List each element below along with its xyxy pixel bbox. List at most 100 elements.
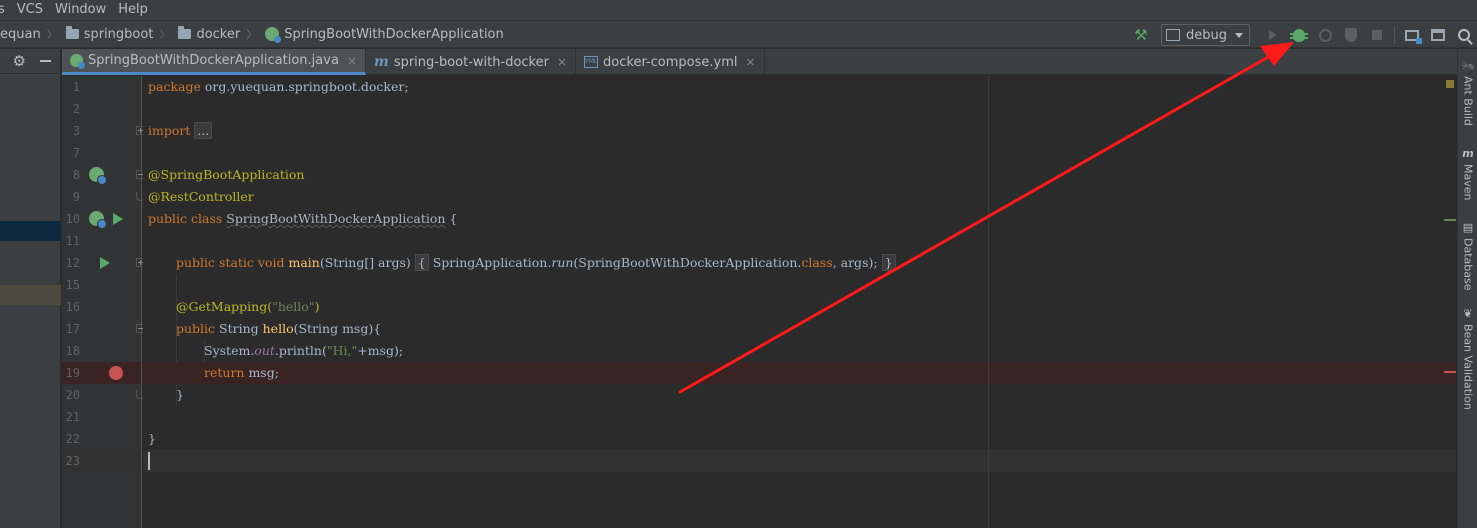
chevron-right-icon: 〉 <box>246 28 258 41</box>
line-number: 3 <box>72 124 80 138</box>
tool-window-maven[interactable]: m Maven <box>1458 147 1477 200</box>
run-config-label: debug <box>1186 27 1227 43</box>
breadcrumb-docker[interactable]: docker 〉 <box>174 20 261 48</box>
gutter-line: 23 <box>62 450 141 472</box>
tool-window-ant-build[interactable]: 🐜 Ant Build <box>1458 59 1477 126</box>
stop-button[interactable] <box>1364 22 1390 48</box>
run-gutter-icon[interactable] <box>100 257 110 269</box>
breadcrumb-label: springboot <box>83 26 154 42</box>
gutter-line: 20 <box>62 384 145 406</box>
code-line: public String hello(String msg){ <box>143 318 1456 340</box>
gutter-line: 3 <box>62 120 145 142</box>
code-line: @GetMapping("hello") <box>143 296 1456 318</box>
breadcrumb-springboot[interactable]: springboot 〉 <box>62 20 175 48</box>
code-line: @SpringBootApplication <box>143 164 1456 186</box>
run-button[interactable] <box>1260 22 1286 48</box>
close-icon[interactable]: × <box>557 55 567 69</box>
gutter-line: 10 <box>62 208 141 230</box>
search-icon <box>1458 29 1470 41</box>
project-tree-highlighted-row[interactable] <box>0 285 61 305</box>
stop-icon <box>1372 30 1382 40</box>
tool-window-database[interactable]: ▤ Database <box>1458 221 1477 291</box>
close-icon[interactable]: × <box>347 54 357 68</box>
menu-item-vcs[interactable]: VCS <box>11 0 49 20</box>
navigation-bar: equan 〉 springboot 〉 docker 〉 SpringBootWit… <box>0 20 1477 48</box>
menu-item-truncated[interactable]: s <box>0 0 11 20</box>
gutter-line: 15 <box>62 274 141 296</box>
code-text: @SpringBootApplication <box>148 167 305 182</box>
menu-item-window[interactable]: Window <box>49 0 112 20</box>
scrollbar-marker[interactable] <box>1444 219 1456 221</box>
folded-imports[interactable]: ... <box>194 122 213 139</box>
spring-class-icon <box>265 27 282 43</box>
profile-button[interactable] <box>1338 22 1364 48</box>
frame-button[interactable] <box>1425 22 1451 48</box>
code-text: } <box>148 431 156 446</box>
breadcrumb-class[interactable]: SpringBootWithDockerApplication <box>261 20 508 48</box>
gutter-line: 17 <box>62 318 145 340</box>
line-number: 18 <box>65 344 80 358</box>
coverage-button[interactable] <box>1312 22 1338 48</box>
code-line: } <box>143 384 1456 406</box>
project-structure-icon <box>1405 29 1422 44</box>
line-number: 16 <box>65 300 80 314</box>
line-number: 9 <box>72 190 80 204</box>
project-tree-selected-row[interactable] <box>0 221 61 241</box>
gear-icon[interactable]: ⚙ <box>13 52 26 70</box>
scrollbar-marker[interactable] <box>1444 371 1456 373</box>
build-hammer-icon[interactable]: ⚒ <box>1131 25 1151 45</box>
gutter-line: 1 <box>62 76 141 98</box>
code-text: public static void main(String[] args) {… <box>176 252 896 274</box>
tool-window-label: Bean Validation <box>1461 324 1475 410</box>
line-number: 10 <box>65 212 80 226</box>
run-gutter-icon[interactable] <box>113 213 123 225</box>
inspection-status-icon[interactable] <box>1446 80 1454 88</box>
play-icon <box>1269 30 1277 40</box>
tab-springbootwithdockerapplication-java[interactable]: SpringBootWithDockerApplication.java × <box>62 49 366 75</box>
folder-icon <box>65 26 79 39</box>
code-line-breakpoint: return msg; <box>143 362 1456 384</box>
ant-icon: 🐜 <box>1461 59 1475 72</box>
breakpoint-icon[interactable] <box>109 366 123 380</box>
chevron-right-icon: 〉 <box>46 28 58 41</box>
database-icon: ▤ <box>1462 221 1474 234</box>
editor-gutter[interactable]: 1 2 3 7 8 9 10 11 12 15 16 17 18 19 20 2… <box>62 76 145 528</box>
project-structure-button[interactable] <box>1399 22 1425 48</box>
maven-icon: m <box>1462 147 1474 160</box>
spring-bean-gutter-icon[interactable] <box>89 211 107 229</box>
gutter-line: 2 <box>62 98 141 120</box>
code-line: @RestController <box>143 186 1456 208</box>
tab-label: SpringBootWithDockerApplication.java <box>88 53 339 68</box>
search-everywhere-button[interactable] <box>1451 22 1477 48</box>
code-editor[interactable]: package org.yuequan.springboot.docker; i… <box>143 76 1456 528</box>
code-text: } <box>176 387 184 402</box>
line-number: 17 <box>65 322 80 336</box>
menu-item-help[interactable]: Help <box>112 0 154 20</box>
breadcrumb-project[interactable]: equan 〉 <box>0 20 62 48</box>
run-configuration-select[interactable]: debug <box>1161 24 1250 46</box>
gutter-line: 7 <box>62 142 141 164</box>
tool-window-label: Maven <box>1461 164 1475 201</box>
close-icon[interactable]: × <box>746 55 756 69</box>
spring-bean-gutter-icon[interactable] <box>89 167 107 185</box>
line-number: 2 <box>72 102 80 116</box>
minimize-icon[interactable] <box>40 60 51 62</box>
line-number: 23 <box>65 454 80 468</box>
code-line: import ... <box>143 120 1456 142</box>
menu-bar: s VCS Window Help <box>0 0 1477 20</box>
run-config-icon <box>1166 29 1180 41</box>
bug-icon <box>1290 28 1308 42</box>
breadcrumb-label: docker <box>196 26 241 42</box>
debug-button[interactable] <box>1286 22 1312 48</box>
gutter-line: 19 <box>62 362 141 384</box>
line-number: 8 <box>72 168 80 182</box>
project-panel: ⚙ <box>0 49 61 528</box>
right-margin-guide <box>988 76 989 528</box>
tab-docker-compose-yml[interactable]: YML docker-compose.yml × <box>576 49 765 75</box>
tab-spring-boot-with-docker[interactable]: m spring-boot-with-docker × <box>366 49 577 75</box>
window-frame-icon <box>1431 29 1445 41</box>
tool-window-bean-validation[interactable]: ❦ Bean Validation <box>1458 307 1477 410</box>
main-toolbar: ⚒ debug <box>1131 21 1477 49</box>
code-line: package org.yuequan.springboot.docker; <box>143 76 1456 98</box>
gutter-line: 12 <box>62 252 145 274</box>
